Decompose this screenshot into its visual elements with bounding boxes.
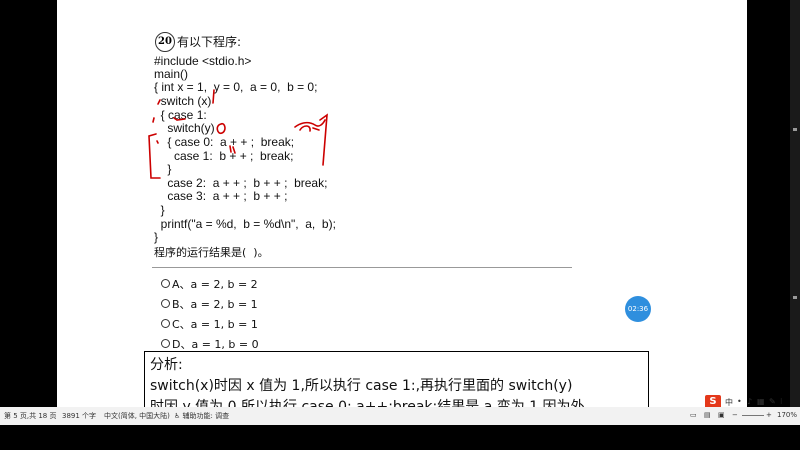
language-indicator[interactable]: 中文(简体, 中国大陆) bbox=[104, 411, 170, 421]
microphone-icon[interactable]: ♪ bbox=[747, 397, 752, 406]
grid-icon[interactable]: ⁝ bbox=[780, 397, 783, 406]
zoom-level[interactable]: 170% bbox=[777, 411, 797, 419]
document-page: 20 有以下程序: #include <stdio.h> main() { in… bbox=[57, 0, 747, 407]
zoom-slider[interactable] bbox=[742, 415, 764, 416]
read-mode-icon[interactable]: ▤ bbox=[704, 411, 711, 419]
page-indicator[interactable]: 第 5 页,共 18 页 bbox=[4, 411, 57, 421]
analysis-box: 分析: switch(x)时因 x 值为 1,所以执行 case 1:,再执行里… bbox=[144, 351, 649, 407]
word-count[interactable]: 3891 个字 bbox=[62, 411, 96, 421]
accessibility-label: 辅助功能: 调查 bbox=[182, 412, 230, 420]
vertical-scrollbar[interactable] bbox=[790, 0, 800, 407]
zoom-out-button[interactable]: − bbox=[732, 411, 738, 419]
keyboard-icon[interactable]: ▦ bbox=[757, 397, 765, 406]
analysis-line: switch(x)时因 x 值为 1,所以执行 case 1:,再执行里面的 s… bbox=[150, 378, 573, 394]
focus-icon[interactable]: ▭ bbox=[690, 411, 697, 419]
accessibility-icon: ♿ bbox=[174, 412, 181, 420]
zoom-in-button[interactable]: + bbox=[766, 411, 772, 419]
analysis-line: 时因 y 值为 0 所以执行 case 0: a++;break;结果是 a 变… bbox=[150, 399, 585, 407]
skin-icon[interactable]: ✎ bbox=[769, 397, 776, 406]
punctuation-icon[interactable]: • bbox=[737, 397, 742, 406]
print-layout-icon[interactable]: ▣ bbox=[718, 411, 725, 419]
accessibility-status[interactable]: ♿ 辅助功能: 调查 bbox=[174, 411, 229, 421]
status-bar: 第 5 页,共 18 页 3891 个字 中文(简体, 中国大陆) ♿ 辅助功能… bbox=[0, 407, 800, 450]
analysis-heading: 分析: bbox=[150, 357, 183, 373]
handwritten-annotations bbox=[148, 89, 328, 179]
